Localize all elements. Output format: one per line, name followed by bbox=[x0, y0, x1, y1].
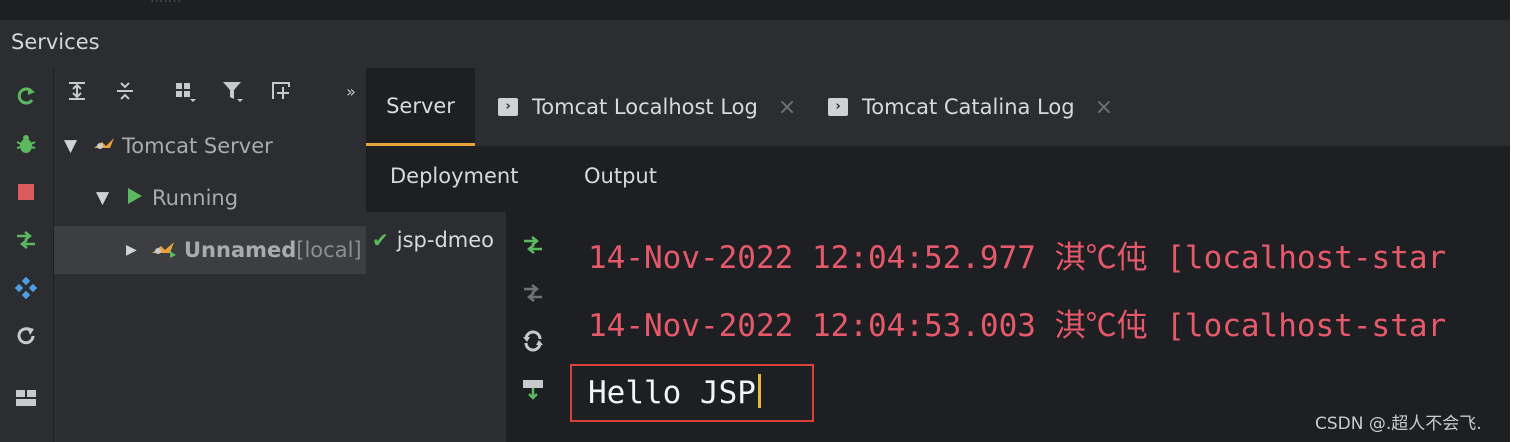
running-icon bbox=[126, 186, 144, 211]
close-icon[interactable]: × bbox=[778, 95, 796, 120]
tab-label: Tomcat Localhost Log bbox=[532, 95, 758, 119]
more-icon[interactable]: » bbox=[338, 78, 364, 104]
tree-node-label: Tomcat Server bbox=[122, 134, 273, 158]
group-icon[interactable] bbox=[172, 78, 198, 104]
log-line: 14-Nov-2022 12:04:53.003 淇℃伅 [localhost-… bbox=[588, 308, 1447, 344]
stop-icon[interactable] bbox=[12, 178, 40, 206]
tab-deployment[interactable]: Deployment bbox=[390, 164, 518, 188]
console-toolbar bbox=[506, 212, 562, 442]
panel-header: Services bbox=[0, 20, 1510, 68]
panel-title: Services bbox=[11, 30, 100, 54]
tab-output[interactable]: Output bbox=[584, 164, 657, 188]
console-output[interactable]: 14-Nov-2022 12:04:52.977 淇℃伅 [localhost-… bbox=[562, 212, 1510, 442]
tree-toolbar: » bbox=[54, 68, 366, 120]
collapse-arrow-icon[interactable]: ▶ bbox=[126, 242, 148, 258]
tomcat-icon bbox=[92, 134, 116, 159]
text-caret bbox=[757, 374, 761, 408]
deployment-list: ✔ jsp-dmeo bbox=[366, 212, 506, 442]
log-line: 14-Nov-2022 12:04:52.977 淇℃伅 [localhost-… bbox=[588, 240, 1447, 276]
refresh-icon[interactable] bbox=[12, 322, 40, 350]
left-toolbar bbox=[0, 68, 54, 442]
deployment-item-label: jsp-dmeo bbox=[396, 228, 495, 252]
update-icon[interactable] bbox=[518, 326, 548, 356]
expand-all-icon[interactable] bbox=[64, 78, 90, 104]
deployment-item[interactable]: ✔ jsp-dmeo bbox=[372, 228, 494, 252]
tab-tomcat-catalina-log[interactable]: › Tomcat Catalina Log × bbox=[828, 68, 1113, 146]
tree-node-label: Running bbox=[152, 186, 239, 210]
collapse-all-icon[interactable] bbox=[112, 78, 138, 104]
debug-icon[interactable] bbox=[12, 130, 40, 158]
console-input-line: Hello JSP bbox=[588, 374, 761, 411]
sub-tab-bar: Deployment Output bbox=[366, 146, 1510, 212]
layout-icon[interactable] bbox=[12, 384, 40, 412]
tomcat-icon bbox=[150, 237, 178, 264]
tree-node-suffix: [local] bbox=[296, 238, 362, 262]
deploy-icon[interactable] bbox=[518, 230, 548, 260]
add-service-icon[interactable] bbox=[268, 78, 294, 104]
watermark: CSDN @.超人不会飞. bbox=[1315, 414, 1482, 434]
expand-arrow-icon[interactable]: ▼ bbox=[64, 136, 86, 156]
console-input-text: Hello JSP bbox=[588, 375, 756, 411]
tree-node-unnamed[interactable]: ▶ Unnamed [local] bbox=[54, 226, 366, 274]
tree-node-tomcat-server[interactable]: ▼ Tomcat Server bbox=[64, 122, 273, 170]
deploy-icon[interactable] bbox=[12, 226, 40, 254]
tab-label: Tomcat Catalina Log bbox=[862, 95, 1075, 119]
tree-node-name: Unnamed bbox=[184, 238, 297, 262]
tree-node-running[interactable]: ▼ Running bbox=[96, 174, 238, 222]
undeploy-icon[interactable] bbox=[518, 278, 548, 308]
terminal-icon: › bbox=[498, 98, 518, 116]
tab-server[interactable]: Server bbox=[366, 68, 475, 146]
terminal-icon: › bbox=[828, 98, 848, 116]
services-icon[interactable] bbox=[12, 274, 40, 302]
filter-icon[interactable] bbox=[220, 78, 246, 104]
tab-tomcat-localhost-log[interactable]: › Tomcat Localhost Log × bbox=[498, 68, 796, 146]
close-icon[interactable]: × bbox=[1095, 95, 1113, 120]
expand-arrow-icon[interactable]: ▼ bbox=[96, 188, 118, 208]
scroll-to-end-icon[interactable] bbox=[518, 374, 548, 404]
tab-label: Server bbox=[386, 93, 455, 118]
services-tool-window: ······· Services » ▼ Tomcat Server ▼ Run… bbox=[0, 0, 1510, 442]
details-panel: Server › Tomcat Localhost Log × › Tomcat… bbox=[366, 68, 1510, 442]
rerun-icon[interactable] bbox=[12, 82, 40, 110]
services-tree: » ▼ Tomcat Server ▼ Running ▶ Unnamed [l… bbox=[54, 68, 366, 442]
tab-bar: Server › Tomcat Localhost Log × › Tomcat… bbox=[366, 68, 1510, 146]
check-icon: ✔ bbox=[372, 228, 389, 252]
top-strip: ······· bbox=[0, 0, 1510, 20]
